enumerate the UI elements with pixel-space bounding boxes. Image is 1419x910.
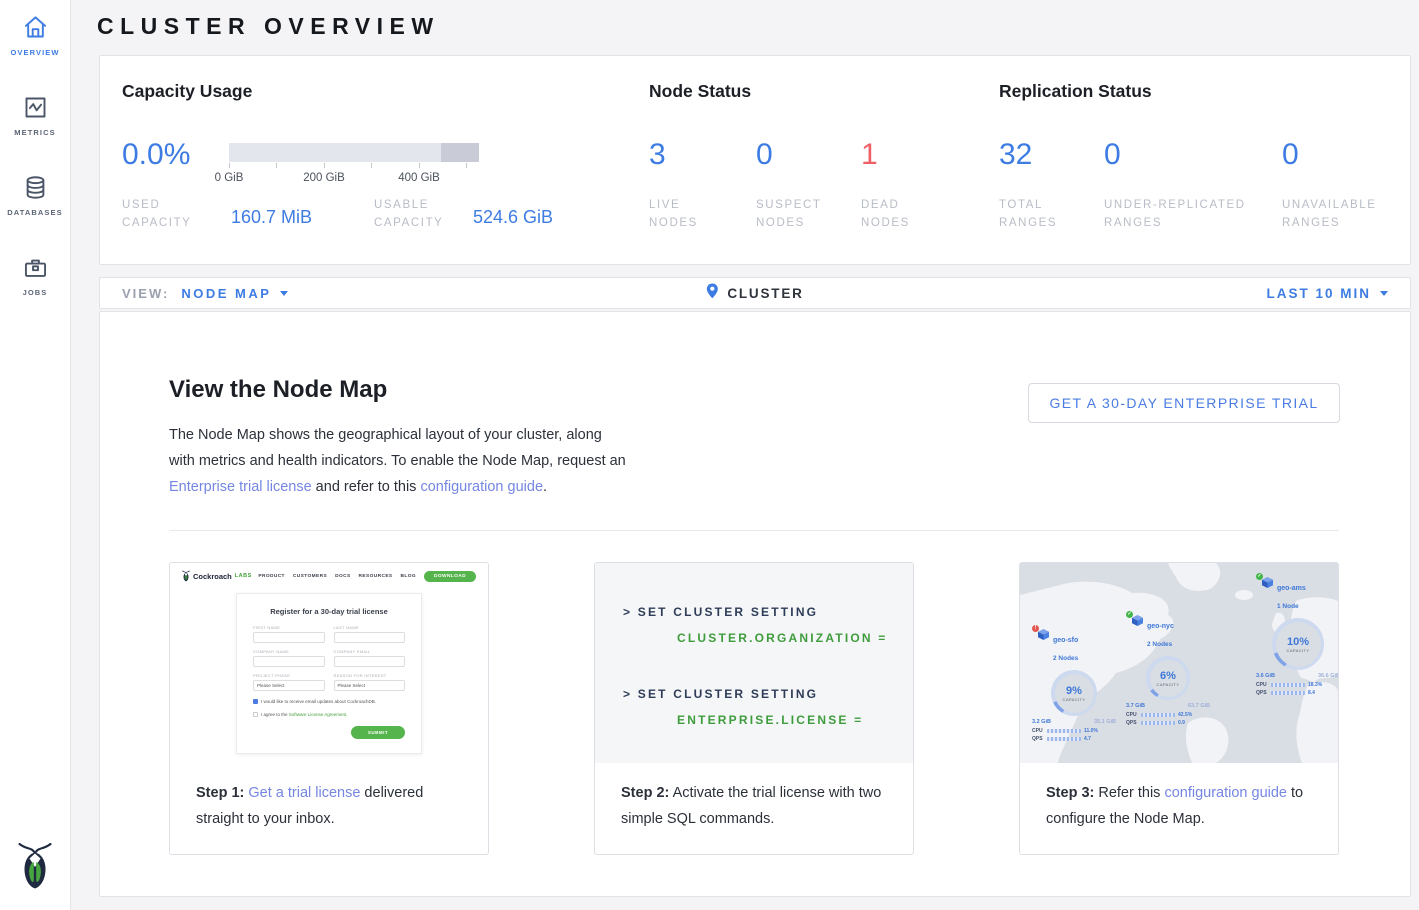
gauge-tick-label: 200 GiB <box>294 172 354 184</box>
database-icon <box>22 174 49 201</box>
replication-status-title: Replication Status <box>999 81 1152 102</box>
sidebar-item-jobs[interactable]: JOBS <box>0 254 70 297</box>
dead-nodes-label: DEADNODES <box>861 196 910 232</box>
dead-nodes-value: 1 <box>861 138 878 172</box>
locality-breadcrumb: CLUSTER <box>706 283 803 304</box>
healthy-badge-icon: ✓ <box>1126 611 1133 618</box>
section-heading: View the Node Map <box>169 376 387 404</box>
section-description: The Node Map shows the geographical layo… <box>169 422 627 501</box>
sql-command-line: > SET CLUSTER SETTING <box>623 687 913 701</box>
chevron-down-icon <box>280 291 288 296</box>
view-selector-dropdown[interactable]: NODE MAP <box>181 286 288 301</box>
suspect-nodes-label: SUSPECTNODES <box>756 196 822 232</box>
step2-card: > SET CLUSTER SETTING CLUSTER.ORGANIZATI… <box>594 562 914 855</box>
sql-command-arg: CLUSTER.ORGANIZATION = <box>677 631 913 645</box>
sidebar-item-metrics[interactable]: METRICS <box>0 94 70 137</box>
map-region-geo-nyc: ✓ geo-nyc2 Nodes 6% CAPACITY <box>1126 615 1210 726</box>
metrics-chart-icon <box>22 94 49 121</box>
chevron-down-icon <box>1380 291 1388 296</box>
node-map-section: View the Node Map The Node Map shows the… <box>99 311 1411 897</box>
steps-row: Cockroach LABS PRODUCT CUSTOMERS DOCS RE… <box>169 562 1339 855</box>
sidebar-item-label: DATABASES <box>7 208 62 217</box>
capacity-usage-title: Capacity Usage <box>122 81 252 102</box>
step3-node-map-preview: ! geo-sfo2 Nodes 9% CAPACITY <box>1020 563 1338 763</box>
cockroachdb-logo[interactable] <box>18 841 52 896</box>
page-title: CLUSTER OVERVIEW <box>97 13 440 40</box>
capacity-gauge-tail <box>441 143 479 162</box>
node-cube-icon <box>1132 615 1143 626</box>
sidebar-item-label: OVERVIEW <box>10 48 59 57</box>
usable-capacity-value: 524.6 GiB <box>473 207 553 228</box>
total-ranges-label: TOTALRANGES <box>999 196 1057 232</box>
divider <box>169 530 1339 531</box>
configuration-guide-link[interactable]: configuration guide <box>1164 785 1287 801</box>
view-toolbar: VIEW: NODE MAP CLUSTER LAST 10 MIN <box>99 277 1411 309</box>
unavailable-ranges-value: 0 <box>1282 138 1299 172</box>
cluster-summary-card: Capacity Usage 0.0% 0 GiB 200 GiB 400 Gi… <box>99 55 1411 265</box>
sql-command-arg: ENTERPRISE.LICENSE = <box>677 713 913 727</box>
node-status-title: Node Status <box>649 81 751 102</box>
gauge-tick-label: 0 GiB <box>199 172 259 184</box>
enterprise-trial-license-link[interactable]: Enterprise trial license <box>169 479 312 495</box>
map-region-geo-sfo: ! geo-sfo2 Nodes 9% CAPACITY <box>1032 629 1116 742</box>
configuration-guide-link[interactable]: configuration guide <box>420 479 543 495</box>
step1-card: Cockroach LABS PRODUCT CUSTOMERS DOCS RE… <box>169 562 489 855</box>
mini-download-button: DOWNLOAD <box>424 571 476 582</box>
healthy-badge-icon: ✓ <box>1256 573 1263 580</box>
under-replicated-ranges-label: UNDER-REPLICATEDRANGES <box>1104 196 1246 232</box>
sidebar-item-databases[interactable]: DATABASES <box>0 174 70 217</box>
sql-command-line: > SET CLUSTER SETTING <box>623 605 913 619</box>
get-trial-license-link[interactable]: Get a trial license <box>248 785 360 801</box>
view-label: VIEW: <box>122 286 169 301</box>
alert-badge-icon: ! <box>1032 625 1039 632</box>
total-ranges-value: 32 <box>999 138 1032 172</box>
mini-cockroach-logo: Cockroach LABS <box>182 570 252 582</box>
node-cube-icon <box>1038 629 1049 640</box>
capacity-gauge <box>229 143 479 162</box>
step1-caption: Step 1: Get a trial license delivered st… <box>170 763 488 854</box>
capacity-used-percent: 0.0% <box>122 138 190 172</box>
briefcase-icon <box>22 254 49 281</box>
used-capacity-value: 160.7 MiB <box>231 207 312 228</box>
gauge-tick-label: 400 GiB <box>389 172 449 184</box>
sidebar-item-overview[interactable]: OVERVIEW <box>0 14 70 57</box>
usable-capacity-label: USABLECAPACITY <box>374 196 443 232</box>
step2-caption: Step 2: Activate the trial license with … <box>595 763 913 854</box>
unavailable-ranges-label: UNAVAILABLERANGES <box>1282 196 1377 232</box>
live-nodes-value: 3 <box>649 138 666 172</box>
under-replicated-ranges-value: 0 <box>1104 138 1121 172</box>
sidebar-item-label: METRICS <box>14 128 55 137</box>
used-capacity-label: USEDCAPACITY <box>122 196 191 232</box>
step3-caption: Step 3: Refer this configuration guide t… <box>1020 763 1338 854</box>
live-nodes-label: LIVENODES <box>649 196 698 232</box>
mini-site-nav: PRODUCT CUSTOMERS DOCS RESOURCES BLOG DO… <box>258 571 476 582</box>
suspect-nodes-value: 0 <box>756 138 773 172</box>
map-region-geo-ams: ✓ geo-ams1 Node 10% CAPACITY <box>1256 577 1338 696</box>
step1-registration-screenshot: Cockroach LABS PRODUCT CUSTOMERS DOCS RE… <box>170 563 488 763</box>
map-pin-icon <box>706 283 718 304</box>
node-cube-icon <box>1262 577 1273 588</box>
step3-card: ! geo-sfo2 Nodes 9% CAPACITY <box>1019 562 1339 855</box>
mini-submit-button: SUBMIT <box>351 726 405 739</box>
sidebar-item-label: JOBS <box>23 288 48 297</box>
mini-trial-form: Register for a 30-day trial license FIRS… <box>236 593 422 754</box>
sidebar: OVERVIEW METRICS DATABASES <box>0 0 71 910</box>
time-range-dropdown[interactable]: LAST 10 MIN <box>1266 286 1388 301</box>
cluster-overview-page: { "header": { "title": "CLUSTER OVERVIEW… <box>0 0 1419 910</box>
locality-label: CLUSTER <box>727 286 803 301</box>
enterprise-trial-button[interactable]: GET A 30-DAY ENTERPRISE TRIAL <box>1028 383 1340 423</box>
step2-sql-commands: > SET CLUSTER SETTING CLUSTER.ORGANIZATI… <box>595 563 913 763</box>
home-icon <box>22 14 49 41</box>
